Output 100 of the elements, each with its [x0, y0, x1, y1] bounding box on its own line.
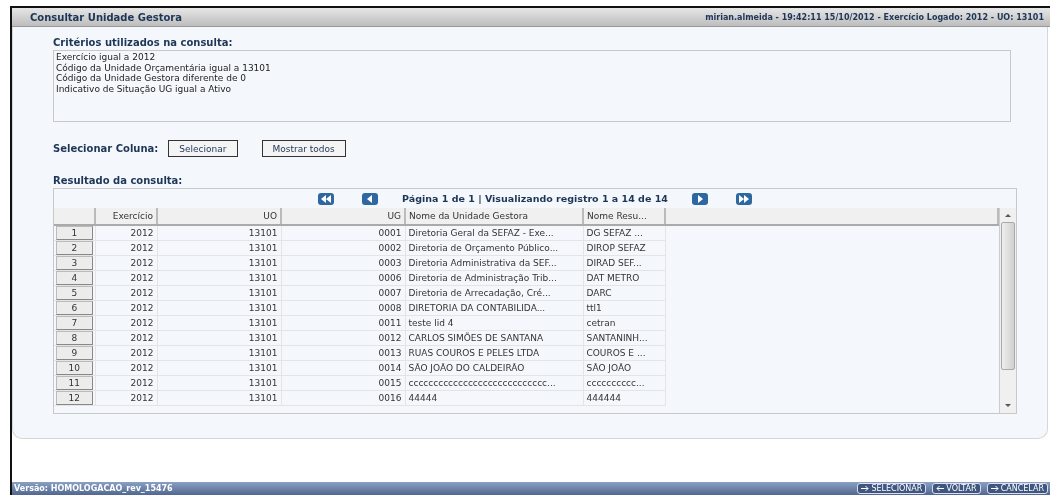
- row-number[interactable]: 12: [56, 391, 93, 405]
- row-number[interactable]: 10: [56, 361, 93, 375]
- row-number[interactable]: 11: [56, 376, 93, 390]
- table-cell: Diretoria de Arrecadação, Cré...: [405, 285, 583, 301]
- version-text: Versão: HOMOLOGACAO_rev_15476: [14, 484, 173, 493]
- row-number[interactable]: 5: [56, 286, 93, 300]
- table-cell: SÃO JOÃO DO CALDEIRÃO: [405, 360, 583, 376]
- footer-button[interactable]: CANCELAR: [986, 483, 1048, 494]
- table-cell: DAT METRO: [583, 270, 665, 286]
- table-cell: DIROP SEFAZ: [583, 240, 665, 256]
- row-number[interactable]: 2: [56, 241, 93, 255]
- table-cell: 13101: [157, 360, 281, 376]
- table-cell: 13101: [157, 255, 281, 271]
- table-cell: 0011: [281, 315, 405, 331]
- table-cell: CARLOS SIMÕES DE SANTANA: [405, 330, 583, 346]
- column-header[interactable]: Nome da Unidade Gestora: [405, 208, 583, 225]
- session-info: mirian.almeida - 19:42:11 15/10/2012 - Exercício Logado: 2012 - UO: 13101: [705, 12, 1044, 22]
- row-number[interactable]: 7: [56, 316, 93, 330]
- table-cell: 13101: [157, 300, 281, 316]
- table-cell: 0015: [281, 375, 405, 391]
- footer-button[interactable]: VOLTAR: [932, 483, 981, 494]
- criteria-label: Critérios utilizados na consulta:: [53, 37, 234, 48]
- table-cell: 2012: [95, 390, 157, 406]
- table-cell: Diretoria de Administração Trib...: [405, 270, 583, 286]
- table-cell: 13101: [157, 330, 281, 346]
- table-cell: 0006: [281, 270, 405, 286]
- criteria-line: Código da Unidade Gestora diferente de 0: [56, 73, 248, 84]
- table-cell: 13101: [157, 315, 281, 331]
- right-arrow-icon: [861, 485, 870, 492]
- previous-page-button[interactable]: [362, 192, 379, 205]
- table-cell: 13101: [157, 375, 281, 391]
- table-cell: 13101: [157, 240, 281, 256]
- table-cell: 13101: [157, 345, 281, 361]
- table-cell: 13101: [157, 225, 281, 241]
- table-cell: DARC: [583, 285, 665, 301]
- row-number[interactable]: 4: [56, 271, 93, 285]
- column-button[interactable]: Selecionar: [168, 140, 238, 157]
- last-page-button[interactable]: [735, 192, 752, 205]
- table-cell: SÃO JOÃO: [583, 360, 665, 376]
- left-arrow-icon: [936, 485, 945, 492]
- table-cell: DIRETORIA DA CONTABILIDA...: [405, 300, 583, 316]
- row-number[interactable]: 1: [56, 226, 93, 240]
- table-cell: 2012: [95, 375, 157, 391]
- table-cell: 0002: [281, 240, 405, 256]
- table-cell: 2012: [95, 270, 157, 286]
- table-cell: COUROS E ...: [583, 345, 665, 361]
- pager-text: Página 1 de 1 | Visualizando registro 1 a 14 de 14: [402, 193, 668, 204]
- scrollbar[interactable]: [999, 208, 1016, 413]
- table-cell: SANTANINH...: [583, 330, 665, 346]
- table-cell: teste lid 4: [405, 315, 583, 331]
- table-cell: 0001: [281, 225, 405, 241]
- table-cell: 2012: [95, 300, 157, 316]
- table-cell: 13101: [157, 270, 281, 286]
- first-page-button[interactable]: [318, 192, 335, 205]
- table-cell: 0014: [281, 360, 405, 376]
- right-arrow-icon: [990, 485, 999, 492]
- double-right-icon: [738, 194, 749, 203]
- criteria-line: Indicativo de Situação UG igual a Ativo: [56, 83, 233, 94]
- table-cell: 44444: [405, 390, 583, 406]
- table-cell: 2012: [95, 225, 157, 241]
- table-cell: DG SEFAZ ...: [583, 225, 665, 241]
- table-cell: 2012: [95, 315, 157, 331]
- table-cell: 444444: [583, 390, 665, 406]
- table-cell: 2012: [95, 360, 157, 376]
- table-cell: 0012: [281, 330, 405, 346]
- table-cell: 0008: [281, 300, 405, 316]
- page-title: Consultar Unidade Gestora: [30, 11, 183, 23]
- next-page-button[interactable]: [691, 192, 708, 205]
- table-cell: DIRAD SEF...: [583, 255, 665, 271]
- column-header[interactable]: UO: [157, 208, 281, 225]
- table-cell: 0007: [281, 285, 405, 301]
- criteria-line: Exercício igual a 2012: [56, 52, 157, 63]
- row-number[interactable]: 3: [56, 256, 93, 270]
- table-cell: 13101: [157, 390, 281, 406]
- criteria-line: Código da Unidade Orçamentária igual a 13101: [56, 62, 272, 73]
- results-label: Resultado da consulta:: [53, 175, 184, 186]
- footer-button[interactable]: SELECIONAR: [857, 483, 927, 494]
- column-button[interactable]: Mostrar todos: [261, 140, 346, 157]
- row-number[interactable]: 6: [56, 301, 93, 315]
- table-cell: 2012: [95, 240, 157, 256]
- table-cell: Diretoria de Orçamento Público...: [405, 240, 583, 256]
- table-cell: 0013: [281, 345, 405, 361]
- table-cell: cetran: [583, 315, 665, 331]
- row-number[interactable]: 8: [56, 331, 93, 345]
- column-header[interactable]: Nome Resu...: [583, 208, 665, 225]
- table-cell: ttl1: [583, 300, 665, 316]
- table-cell: RUAS COUROS E PELES LTDA: [405, 345, 583, 361]
- table-cell: Diretoria Administrativa da SEF...: [405, 255, 583, 271]
- table-cell: 2012: [95, 330, 157, 346]
- table-cell: cccccccccccccccccccccccccccc...: [405, 375, 583, 391]
- column-header[interactable]: UG: [281, 208, 405, 225]
- table-cell: Diretoria Geral da SEFAZ - Exe...: [405, 225, 583, 241]
- table-cell: 13101: [157, 285, 281, 301]
- table-cell: 2012: [95, 285, 157, 301]
- table-cell: 0016: [281, 390, 405, 406]
- double-left-icon: [321, 194, 332, 203]
- column-header[interactable]: Exercício: [95, 208, 157, 225]
- row-number[interactable]: 9: [56, 346, 93, 360]
- table-cell: 0003: [281, 255, 405, 271]
- column-select-label: Selecionar Coluna:: [53, 143, 159, 154]
